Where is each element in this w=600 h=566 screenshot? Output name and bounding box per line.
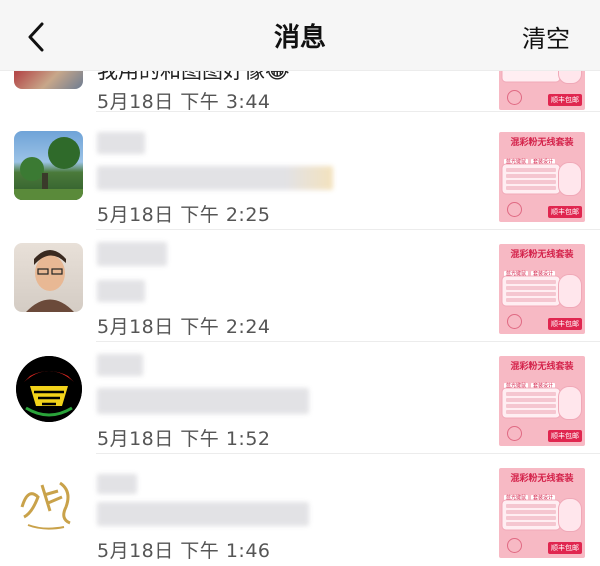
shipping-badge: 顺丰包邮 <box>548 542 582 554</box>
circle-icon <box>507 426 522 441</box>
product-title: 混彩粉无线套装 <box>510 362 574 372</box>
divider <box>96 111 600 112</box>
keyboard-icon <box>501 499 561 531</box>
emblem-icon <box>16 356 82 422</box>
product-title: 混彩粉无线套装 <box>510 138 574 148</box>
message-time: 5月18日 下午 1:46 <box>97 540 271 562</box>
product-tags: 蓝光键鼠 套装设计 <box>504 484 580 502</box>
circle-icon <box>507 90 522 105</box>
keyboard-icon <box>501 163 561 195</box>
product-title: 混彩粉无线套装 <box>510 250 574 260</box>
message-time: 5月18日 下午 1:52 <box>97 428 271 450</box>
circle-icon <box>507 538 522 553</box>
message-row[interactable]: 5月18日 下午 2:25 混彩粉无线套装 蓝光键鼠 套装设计 顺丰包邮 <box>0 118 600 230</box>
circle-icon <box>507 202 522 217</box>
tree-sky-icon <box>14 137 83 200</box>
redacted-text <box>97 280 145 302</box>
person-icon <box>26 250 74 312</box>
calligraphy-icon <box>20 481 71 530</box>
keyboard-icon <box>501 275 561 307</box>
product-tags: 蓝光键鼠 套装设计 <box>504 372 580 390</box>
shipping-badge: 顺丰包邮 <box>548 206 582 218</box>
mouse-icon <box>558 498 582 532</box>
product-thumbnail[interactable]: 混彩粉无线套装 蓝光键鼠 套装设计 顺丰包邮 <box>499 356 585 446</box>
clear-button[interactable]: 清空 <box>522 19 570 54</box>
nav-bar: 消息 清空 <box>0 0 600 71</box>
message-time: 5月18日 下午 2:25 <box>97 204 271 226</box>
product-tags: 蓝光键鼠 套装设计 <box>504 260 580 278</box>
message-row[interactable]: 5月18日 下午 1:52 混彩粉无线套装 蓝光键鼠 套装设计 顺丰包邮 <box>0 342 600 454</box>
product-tags: 蓝光键鼠 套装设计 <box>504 148 580 166</box>
mouse-icon <box>558 274 582 308</box>
message-row[interactable]: 5月18日 下午 2:24 混彩粉无线套装 蓝光键鼠 套装设计 顺丰包邮 <box>0 230 600 342</box>
product-title: 混彩粉无线套装 <box>510 474 574 484</box>
avatar <box>16 356 82 422</box>
mouse-icon <box>558 162 582 196</box>
redacted-name <box>97 132 145 154</box>
shipping-badge: 顺丰包邮 <box>548 94 582 106</box>
avatar <box>14 131 83 200</box>
page-title: 消息 <box>273 23 326 53</box>
mouse-icon <box>558 386 582 420</box>
message-row[interactable]: 5月18日 下午 1:46 混彩粉无线套装 蓝光键鼠 套装设计 顺丰包邮 <box>0 454 600 566</box>
product-thumbnail[interactable]: 混彩粉无线套装 蓝光键鼠 套装设计 顺丰包邮 <box>499 468 585 558</box>
product-thumbnail[interactable]: 混彩粉无线套装 蓝光键鼠 套装设计 顺丰包邮 <box>499 132 585 222</box>
redacted-name <box>97 242 167 266</box>
product-thumbnail[interactable]: 混彩粉无线套装 蓝光键鼠 套装设计 顺丰包邮 <box>499 244 585 334</box>
message-time: 5月18日 下午 2:24 <box>97 316 271 338</box>
shipping-badge: 顺丰包邮 <box>548 430 582 442</box>
keyboard-icon <box>501 387 561 419</box>
redacted-text <box>97 166 333 190</box>
redacted-text <box>97 388 309 414</box>
avatar <box>14 467 83 536</box>
redacted-text <box>97 502 309 526</box>
redacted-name <box>97 354 143 376</box>
circle-icon <box>507 314 522 329</box>
shipping-badge: 顺丰包邮 <box>548 318 582 330</box>
redacted-name <box>97 474 137 494</box>
avatar <box>14 243 83 312</box>
message-time: 5月18日 下午 3:44 <box>97 91 271 113</box>
